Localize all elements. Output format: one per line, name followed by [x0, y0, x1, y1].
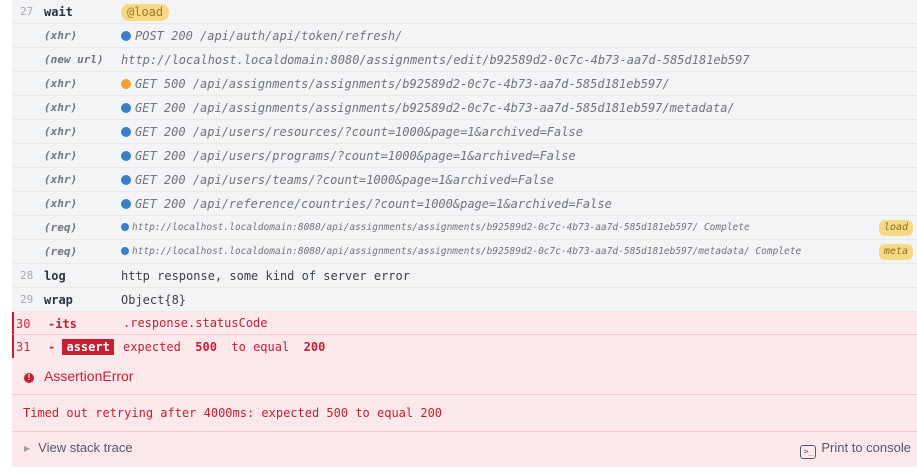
- actual-value: 500: [195, 340, 217, 354]
- line-number: 31: [16, 340, 31, 354]
- exclamation-icon: !: [24, 373, 34, 383]
- command-name: -its: [48, 317, 77, 331]
- command-message: Object{8}: [121, 293, 187, 307]
- command-message: GET 200 /api/users/teams/?count=1000&pag…: [121, 168, 554, 192]
- print-to-console-button[interactable]: >_ Print to console: [800, 440, 911, 459]
- command-row-log[interactable]: 28 log http response, some kind of serve…: [12, 264, 917, 288]
- expected-value: 200: [303, 340, 326, 354]
- status-dot-icon: [121, 151, 131, 161]
- divider: [12, 431, 917, 432]
- status-dot-icon: [121, 103, 131, 113]
- assert-badge: assert: [62, 339, 114, 355]
- command-name: - assert: [48, 335, 114, 359]
- command-row-xhr[interactable]: (xhr) GET 200 /api/assignments/assignmen…: [12, 96, 917, 120]
- error-panel: ! AssertionError Timed out retrying after…: [12, 358, 917, 467]
- command-message: GET 200 /api/users/programs/?count=1000&…: [121, 144, 576, 168]
- alias-tag[interactable]: load: [878, 220, 913, 236]
- command-name: (xhr): [44, 173, 78, 186]
- command-name: (xhr): [44, 149, 78, 162]
- command-name: wrap: [44, 293, 73, 307]
- command-row-xhr[interactable]: (xhr) GET 200 /api/reference/countries/?…: [12, 192, 917, 216]
- command-row-xhr[interactable]: (xhr) GET 200 /api/users/teams/?count=10…: [12, 168, 917, 192]
- command-name: (new url): [44, 53, 104, 66]
- command-name: (xhr): [44, 29, 78, 42]
- command-row-req[interactable]: (req) http://localhost.localdomain:8080/…: [12, 216, 917, 240]
- status-dot-icon: [121, 223, 129, 231]
- command-message: http://localhost.localdomain:8080/api/as…: [121, 216, 750, 240]
- command-row-its[interactable]: 30 -its .response.statusCode: [12, 312, 917, 335]
- status-dot-icon: [121, 31, 131, 41]
- command-message: GET 500 /api/assignments/assignments/b92…: [121, 72, 670, 96]
- command-message: http response, some kind of server error: [121, 269, 410, 283]
- command-message: POST 200 /api/auth/api/token/refresh/: [121, 24, 402, 48]
- command-message: @load: [121, 0, 170, 24]
- line-number: 27: [20, 5, 34, 18]
- command-name: (xhr): [44, 197, 78, 210]
- line-number: 30: [16, 317, 31, 331]
- command-message: GET 200 /api/users/resources/?count=1000…: [121, 120, 583, 144]
- status-dot-icon: [121, 79, 131, 89]
- status-dot-icon: [121, 175, 131, 185]
- command-row-xhr[interactable]: (xhr) POST 200 /api/auth/api/token/refre…: [12, 24, 917, 48]
- terminal-icon: >_: [800, 445, 817, 459]
- command-row-xhr[interactable]: (xhr) GET 500 /api/assignments/assignmen…: [12, 72, 917, 96]
- error-title: ! AssertionError: [24, 368, 133, 384]
- command-row-xhr[interactable]: (xhr) GET 200 /api/users/programs/?count…: [12, 144, 917, 168]
- divider: [12, 394, 917, 395]
- command-row-wrap[interactable]: 29 wrap Object{8}: [12, 288, 917, 312]
- alias-tag[interactable]: meta: [878, 244, 913, 260]
- command-name: (xhr): [44, 125, 78, 138]
- command-name: (xhr): [44, 101, 78, 114]
- command-name: (req): [44, 221, 78, 234]
- command-row-req[interactable]: (req) http://localhost.localdomain:8080/…: [12, 240, 917, 264]
- status-dot-icon: [121, 199, 131, 209]
- error-message: Timed out retrying after 4000ms: expecte…: [23, 406, 443, 420]
- command-row-wait[interactable]: 27 wait @load: [12, 0, 917, 24]
- view-stack-trace-button[interactable]: ▶ View stack trace: [24, 440, 133, 455]
- command-message: http://localhost.localdomain:8080/api/as…: [121, 240, 801, 264]
- command-name: wait: [44, 5, 73, 19]
- command-name: (xhr): [44, 77, 78, 90]
- command-row-new-url[interactable]: (new url) http://localhost.localdomain:8…: [12, 48, 917, 72]
- command-name: (req): [44, 245, 78, 258]
- command-message: GET 200 /api/assignments/assignments/b92…: [121, 96, 735, 120]
- alias-pill[interactable]: @load: [121, 4, 170, 21]
- command-message: http://localhost.localdomain:8080/assign…: [121, 53, 750, 67]
- command-message: GET 200 /api/reference/countries/?count=…: [121, 192, 612, 216]
- caret-right-icon: ▶: [24, 444, 31, 453]
- command-row-assert[interactable]: 31 - assert expected 500 to equal 200: [12, 335, 917, 359]
- command-row-xhr[interactable]: (xhr) GET 200 /api/users/resources/?coun…: [12, 120, 917, 144]
- status-dot-icon: [121, 247, 129, 255]
- command-message: expected 500 to equal 200: [123, 340, 326, 354]
- command-name: log: [44, 269, 66, 283]
- status-dot-icon: [121, 127, 131, 137]
- line-number: 29: [20, 293, 34, 306]
- command-message: .response.statusCode: [123, 316, 268, 330]
- line-number: 28: [20, 269, 34, 282]
